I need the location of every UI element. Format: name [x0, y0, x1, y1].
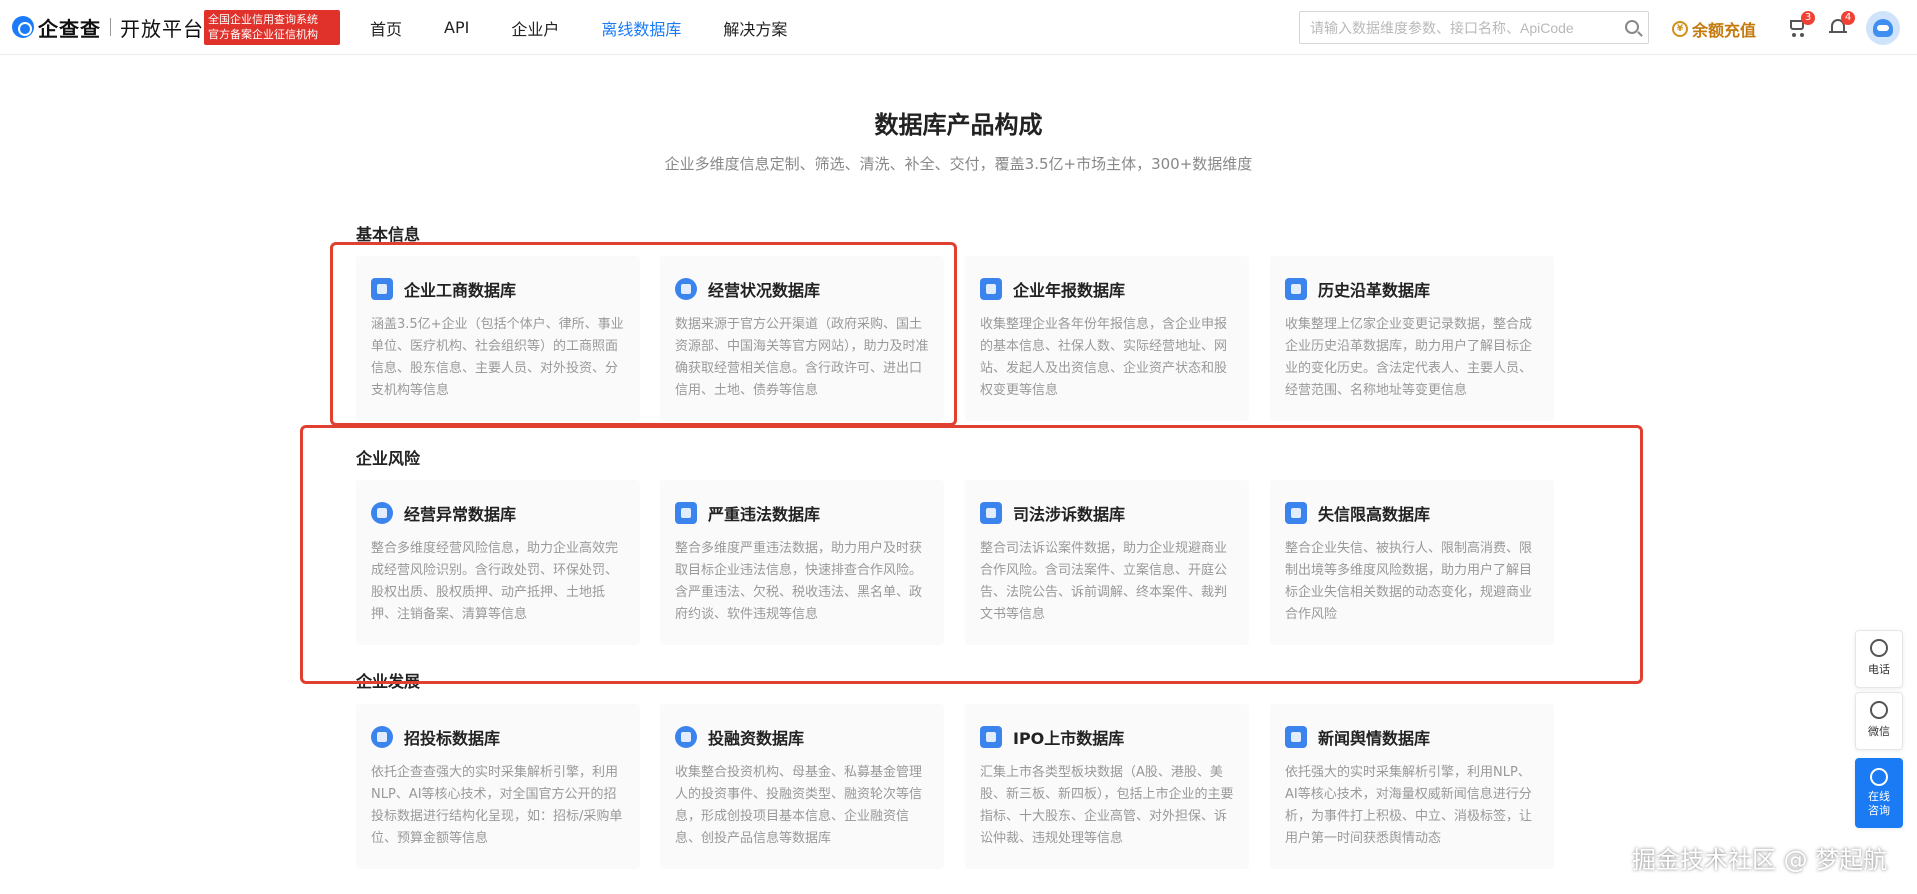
wechat-label: 微信	[1868, 725, 1890, 738]
bell-icon[interactable]: 4	[1827, 11, 1855, 38]
card-title: 企业年报数据库	[1013, 281, 1126, 300]
logo-name: 企查查	[38, 16, 101, 41]
search-icon[interactable]	[1625, 20, 1639, 34]
recharge-label: 余额充值	[1692, 21, 1757, 40]
card-ipo-listing-db[interactable]: IPO上市数据库 汇集上市各类型板块数据（A股、港股、美股、新三板、新四板），包…	[965, 704, 1249, 869]
avatar[interactable]	[1866, 11, 1900, 45]
watermark: 掘金技术社区 @ 梦起航	[1632, 846, 1888, 874]
top-header: 企查查 开放平台 全国企业信用查询系统 官方备案企业征信机构 首页 API 企业…	[0, 0, 1917, 55]
card-history-db[interactable]: 历史沿革数据库 收集整理上亿家企业变更记录数据，整合成企业历史沿革数据库，助力用…	[1270, 256, 1554, 421]
consult-label-2: 咨询	[1868, 804, 1890, 817]
online-consult-button[interactable]: 在线 咨询	[1855, 758, 1903, 828]
search-box	[1299, 11, 1649, 44]
card-title: IPO上市数据库	[1013, 729, 1125, 748]
headset-icon	[1870, 768, 1888, 786]
logo-divider	[110, 18, 111, 36]
cart-count-badge: 3	[1801, 11, 1815, 25]
phone-icon	[1870, 639, 1888, 657]
news-icon	[1285, 726, 1307, 748]
cert-line-1: 全国企业信用查询系统	[208, 13, 318, 26]
card-title: 投融资数据库	[708, 729, 805, 748]
phone-label: 电话	[1868, 663, 1890, 676]
report-icon	[980, 278, 1002, 300]
card-title: 新闻舆情数据库	[1318, 729, 1431, 748]
logo-mark-icon	[12, 16, 34, 38]
phone-contact-button[interactable]: 电话	[1855, 630, 1903, 688]
card-news-sentiment-db[interactable]: 新闻舆情数据库 依托强大的实时采集解析引擎，利用NLP、AI等核心技术，对海量权…	[1270, 704, 1554, 869]
history-icon	[1285, 278, 1307, 300]
consult-label-1: 在线	[1868, 790, 1890, 803]
card-description: 依托强大的实时采集解析引擎，利用NLP、AI等核心技术，对海量权威新闻信息进行分…	[1285, 765, 1533, 846]
highlight-box-basic-info	[330, 242, 957, 426]
nav-enterprise-account[interactable]: 企业户	[511, 16, 559, 40]
card-title: 历史沿革数据库	[1318, 281, 1431, 300]
card-investment-financing-db[interactable]: 投融资数据库 收集整合投资机构、母基金、私募基金管理人的投资事件、投融资类型、融…	[660, 704, 944, 869]
card-description: 收集整理上亿家企业变更记录数据，整合成企业历史沿革数据库，助力用户了解目标企业的…	[1285, 317, 1533, 398]
card-description: 汇集上市各类型板块数据（A股、港股、美股、新三板、新四板），包括上市企业的主要指…	[980, 765, 1234, 846]
nav-offline-database[interactable]: 离线数据库	[601, 16, 681, 40]
nav-home[interactable]: 首页	[370, 16, 402, 40]
page-subtitle: 企业多维度信息定制、筛选、清洗、补全、交付，覆盖3.5亿+市场主体，300+数据…	[664, 155, 1253, 173]
search-input[interactable]	[1310, 19, 1610, 36]
recharge-button[interactable]: ¥ 余额充值	[1672, 17, 1756, 41]
card-description: 收集整合投资机构、母基金、私募基金管理人的投资事件、投融资类型、融资轮次等信息，…	[675, 765, 923, 846]
certification-badge: 全国企业信用查询系统 官方备案企业征信机构	[204, 10, 340, 45]
page-title: 数据库产品构成	[874, 111, 1043, 139]
ipo-icon	[980, 726, 1002, 748]
card-description: 收集整理企业各年份年报信息，含企业申报的基本信息、社保人数、实际经营地址、网站、…	[980, 317, 1228, 398]
wechat-icon	[1870, 701, 1888, 719]
main-nav: 首页 API 企业户 离线数据库 解决方案	[370, 0, 829, 55]
card-title: 招投标数据库	[404, 729, 501, 748]
notification-count-badge: 4	[1841, 11, 1855, 25]
card-bidding-db[interactable]: 招投标数据库 依托企查查强大的实时采集解析引擎，利用NLP、AI等核心技术，对全…	[356, 704, 640, 869]
logo-subtitle: 开放平台	[120, 16, 204, 41]
nav-api[interactable]: API	[444, 18, 469, 37]
coin-icon: ¥	[1672, 21, 1688, 37]
nav-solutions[interactable]: 解决方案	[723, 16, 787, 40]
cart-icon[interactable]: 3	[1787, 11, 1815, 38]
cert-line-2: 官方备案企业征信机构	[208, 28, 318, 41]
highlight-box-enterprise-risk	[300, 425, 1643, 684]
card-description: 依托企查查强大的实时采集解析引擎，利用NLP、AI等核心技术，对全国官方公开的招…	[371, 765, 623, 846]
logo[interactable]: 企查查 开放平台	[12, 13, 204, 41]
wechat-contact-button[interactable]: 微信	[1855, 692, 1903, 750]
investment-icon	[675, 726, 697, 748]
target-icon	[371, 726, 393, 748]
card-annual-report-db[interactable]: 企业年报数据库 收集整理企业各年份年报信息，含企业申报的基本信息、社保人数、实际…	[965, 256, 1249, 421]
